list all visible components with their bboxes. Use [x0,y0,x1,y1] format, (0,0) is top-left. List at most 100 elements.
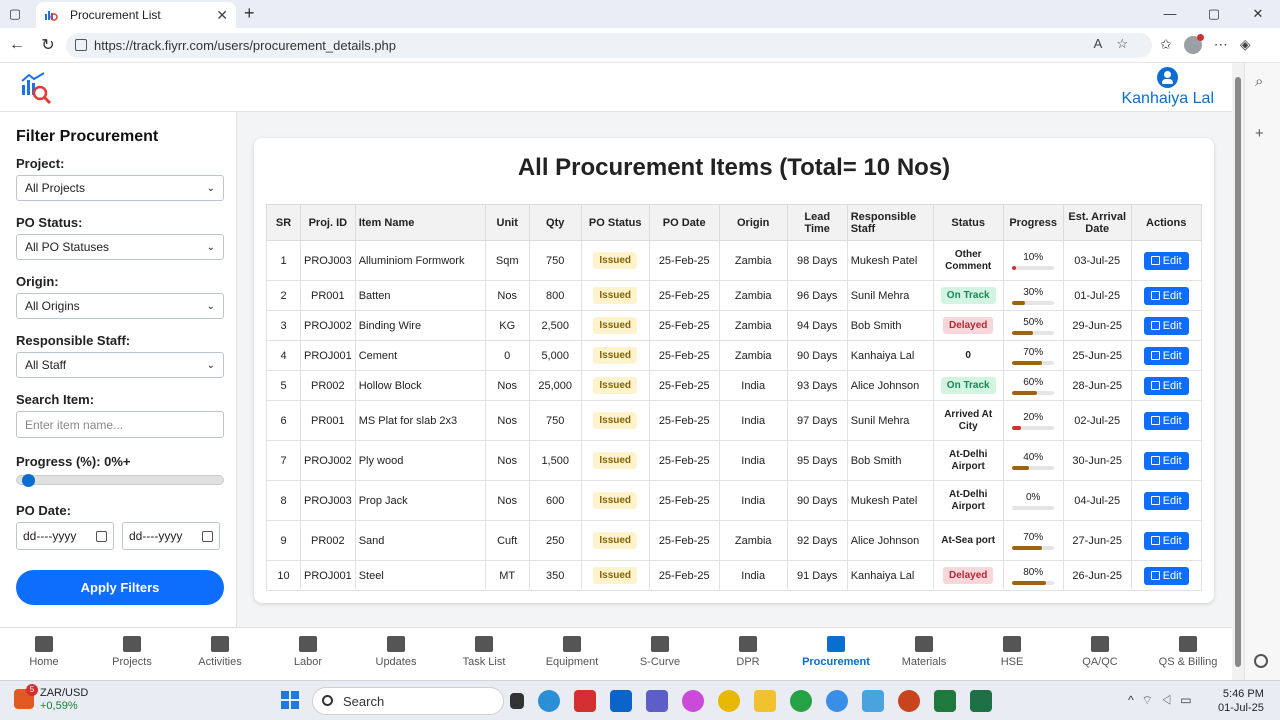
market-widget[interactable]: 5 ZAR/USD +0,59% [14,684,88,713]
sidebar-add-icon[interactable]: + [1255,125,1264,142]
home-icon [35,636,53,652]
page-scrollbar[interactable] [1232,63,1244,680]
user-menu[interactable]: Kanhaiya Lal [1121,67,1214,108]
nav-item-dpr[interactable]: DPR [704,628,792,680]
notepad-icon[interactable] [862,690,884,712]
read-aloud-favorite-icons[interactable]: A☆ [1094,36,1142,52]
column-header: Proj. ID [300,204,356,241]
url-field[interactable]: https://track.fiyrr.com/users/procuremen… [66,33,1152,58]
edit-button[interactable]: Edit [1143,491,1189,510]
edit-button[interactable]: Edit [1143,531,1189,550]
column-header: Est. Arrival Date [1062,204,1132,241]
favorites-icon[interactable]: ✩ [1160,36,1172,54]
edit-button[interactable]: Edit [1143,376,1189,395]
edit-button[interactable]: Edit [1143,566,1189,585]
excel-icon[interactable] [970,690,992,712]
nav-item-qs-billing[interactable]: QS & Billing [1144,628,1232,680]
back-icon[interactable]: ← [3,31,31,59]
calendar-icon[interactable] [202,530,213,542]
nav-item-equipment[interactable]: Equipment [528,628,616,680]
date-from-text: dd----yyyy [23,529,77,543]
nav-item-home[interactable]: Home [0,628,88,680]
project-select[interactable]: All Projects ⌄ [16,175,224,201]
minimize-icon[interactable]: — [1148,0,1192,28]
taskbar-clock[interactable]: 5:46 PM 01-Jul-25 [1218,687,1264,715]
edge-browser-icon[interactable] [538,690,560,712]
edit-button[interactable]: Edit [1143,286,1189,305]
outlook-icon[interactable] [610,690,632,712]
app-logo-icon[interactable] [20,71,54,105]
new-tab-icon[interactable]: + [244,3,255,24]
file-explorer-icon[interactable] [754,690,776,712]
edit-label: Edit [1162,569,1182,582]
maximize-icon[interactable]: ▢ [1192,0,1236,28]
progress-label: 70% [1023,531,1044,543]
project-select-value: All Projects [25,181,86,195]
nav-item-task-list[interactable]: Task List [440,628,528,680]
slider-handle[interactable] [22,474,35,487]
edit-button[interactable]: Edit [1143,411,1189,430]
project-app-icon[interactable] [934,690,956,712]
po-date-from-input[interactable]: dd----yyyy [16,522,114,550]
nav-item-procurement[interactable]: Procurement [792,628,880,680]
nav-item-materials[interactable]: Materials [880,628,968,680]
site-info-icon[interactable] [75,39,87,51]
apply-filters-button[interactable]: Apply Filters [16,570,224,605]
edit-button[interactable]: Edit [1143,346,1189,365]
nav-label: QS & Billing [1158,656,1218,668]
edit-button[interactable]: Edit [1143,451,1189,470]
profile-avatar-icon[interactable] [1183,34,1204,54]
teams-icon[interactable] [646,690,668,712]
calendar-icon[interactable] [96,530,107,542]
staff-select[interactable]: All Staff ⌄ [16,352,224,378]
settings-gear-icon[interactable] [1254,654,1268,668]
chrome-icon[interactable] [718,690,740,712]
column-header: Lead Time [786,204,848,241]
search-item-input[interactable]: Enter item name... [16,411,224,438]
cell-proj-id: PR002 [300,520,356,561]
cell-po-date: 25-Feb-25 [648,310,720,341]
table-header-row: SR Proj. ID Item Name Unit Qty PO Status PO Da… [266,204,1202,241]
status-badge: Arrived At City [944,408,993,432]
p6-app-icon[interactable] [574,690,596,712]
nav-item-activities[interactable]: Activities [176,628,264,680]
copilot-icon[interactable]: ◈ [1240,36,1251,54]
tab-close-icon[interactable]: ✕ [216,7,228,24]
cell-unit: Nos [484,370,530,401]
system-tray[interactable]: ^⌔◁▭ [1128,693,1200,708]
taskbar-search[interactable]: Search [312,687,504,715]
nav-item-updates[interactable]: Updates [352,628,440,680]
progress-slider[interactable] [16,474,224,487]
browser-sidebar: ⌕ + [1244,63,1280,680]
nav-item-s-curve[interactable]: S-Curve [616,628,704,680]
copilot-app-icon[interactable] [682,690,704,712]
more-menu-icon[interactable]: ⋯ [1214,36,1228,54]
progress-bar [1012,465,1055,470]
whatsapp-icon[interactable] [790,690,812,712]
po-date-to-input[interactable]: dd----yyyy [122,522,220,550]
po-status-select[interactable]: All PO Statuses ⌄ [16,234,224,260]
po-date-label: PO Date: [16,503,71,518]
browser-tab[interactable]: Procurement List ✕ [36,2,236,28]
origin-select[interactable]: All Origins ⌄ [16,293,224,319]
nav-item-hse[interactable]: HSE [968,628,1056,680]
cell-qty: 750 [528,400,582,441]
cell-actions: Edit [1130,240,1202,281]
nav-item-labor[interactable]: Labor [264,628,352,680]
nav-item-projects[interactable]: Projects [88,628,176,680]
edit-label: Edit [1162,494,1182,507]
status-badge: 0 [965,350,971,361]
window-close-icon[interactable]: ✕ [1236,0,1280,28]
scrollbar-thumb[interactable] [1235,77,1241,667]
windows-start-icon[interactable] [281,691,299,709]
chrome-profile-icon[interactable] [826,690,848,712]
cell-po-status: Issued [580,560,650,591]
powerpoint-icon[interactable] [898,690,920,712]
reload-icon[interactable]: ↻ [34,31,62,59]
nav-item-qa-qc[interactable]: QA/QC [1056,628,1144,680]
edit-button[interactable]: Edit [1143,251,1189,270]
edit-button[interactable]: Edit [1143,316,1189,335]
sidebar-search-icon[interactable]: ⌕ [1255,73,1263,90]
task-view-icon[interactable] [510,693,524,709]
tab-actions-icon[interactable]: ▢ [0,0,30,28]
